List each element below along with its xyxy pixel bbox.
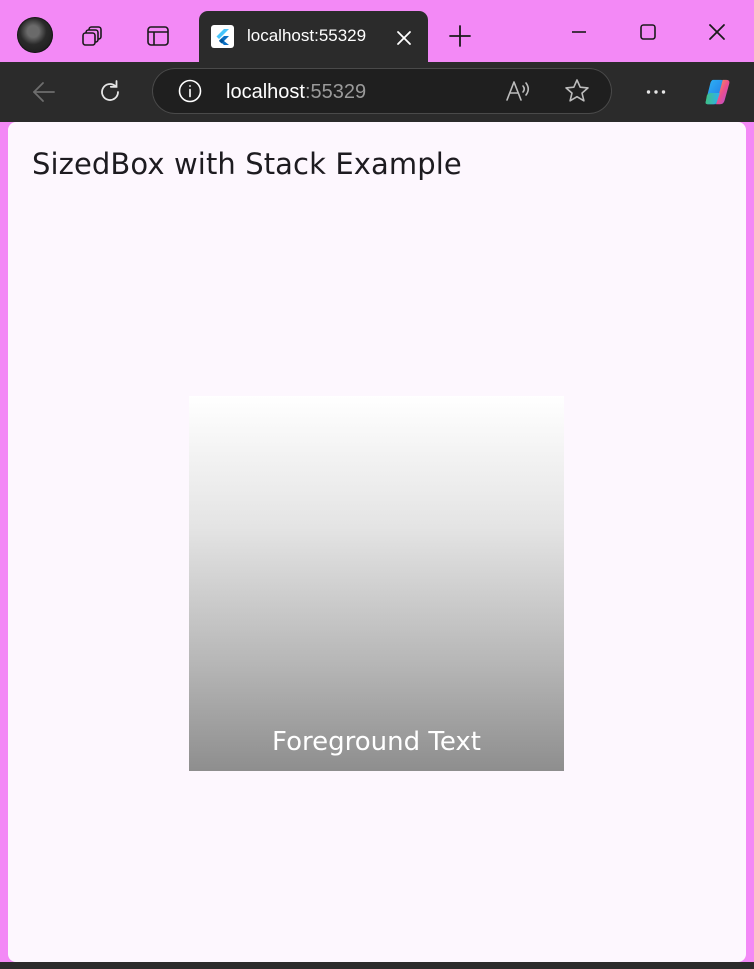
site-info-icon[interactable]	[175, 76, 205, 106]
url-port: :55329	[304, 81, 367, 103]
tab-strip: localhost:55329	[0, 0, 754, 62]
more-menu-icon[interactable]	[641, 77, 671, 107]
refresh-icon[interactable]	[95, 77, 125, 107]
profile-avatar[interactable]	[17, 17, 53, 53]
copilot-icon[interactable]	[703, 77, 733, 107]
active-tab[interactable]: localhost:55329	[199, 11, 428, 62]
foreground-text: Foreground Text	[272, 727, 481, 757]
browser-toolbar: localhost:55329	[0, 62, 754, 122]
address-bar[interactable]: localhost:55329	[152, 68, 612, 114]
tab-title: localhost:55329	[247, 26, 367, 45]
page-viewport: SizedBox with Stack Example Foreground T…	[8, 122, 746, 962]
flutter-favicon	[211, 25, 234, 48]
close-window-icon[interactable]	[705, 20, 729, 44]
url-host: localhost	[226, 81, 305, 103]
workspaces-icon[interactable]	[80, 22, 108, 50]
close-tab-icon[interactable]	[393, 27, 415, 49]
app-bar-title: SizedBox with Stack Example	[32, 147, 462, 181]
url-text: localhost:55329	[226, 80, 366, 104]
window-bottom-edge	[0, 962, 754, 969]
read-aloud-icon[interactable]	[503, 76, 533, 106]
vertical-tabs-icon[interactable]	[144, 22, 172, 50]
sized-box-stack: Foreground Text	[189, 396, 564, 771]
back-icon[interactable]	[29, 77, 59, 107]
new-tab-icon[interactable]	[448, 24, 472, 48]
minimize-icon[interactable]	[567, 20, 591, 44]
favorite-star-icon[interactable]	[562, 76, 592, 106]
maximize-icon[interactable]	[636, 20, 660, 44]
